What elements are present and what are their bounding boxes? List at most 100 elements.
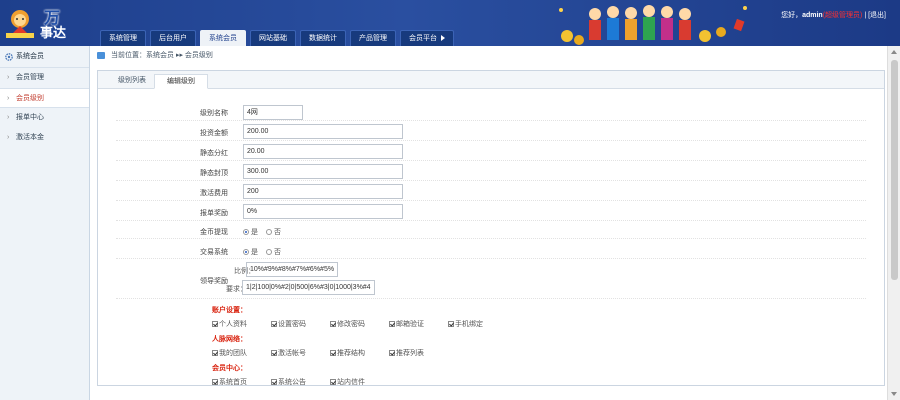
perm-label: 个人资料: [219, 321, 247, 328]
vertical-scrollbar[interactable]: [887, 46, 900, 400]
chevron-right-icon: ›: [7, 95, 10, 102]
mascot-icon: [6, 10, 34, 38]
scroll-down-icon[interactable]: [891, 392, 897, 396]
sidebar-item-label: 报单中心: [16, 114, 44, 121]
checkbox-checked[interactable]: [448, 321, 454, 328]
perm-checkbox[interactable]: 设置密码: [271, 319, 306, 329]
sidebar-item-label: 会员级别: [16, 95, 44, 102]
perm-checkbox[interactable]: 个人资料: [212, 319, 247, 329]
form-row-report-reward: 报单奖励 0%: [116, 203, 866, 221]
nav-tab-site[interactable]: 网站基础: [250, 30, 296, 46]
radio-checked[interactable]: [243, 249, 249, 256]
sidebar: 系统会员 › 会员管理 › 会员级别 › 报单中心 › 激活本金: [0, 46, 90, 400]
checkbox-checked[interactable]: [271, 321, 277, 328]
requirement-input[interactable]: 1|2|100|0%#2|0|500|6%#3|0|1000|3%#4: [242, 280, 375, 295]
invest-amount-input[interactable]: 200.00: [243, 124, 403, 139]
gold-no-option[interactable]: 否: [265, 229, 281, 236]
perm-label: 站内信件: [337, 379, 365, 386]
activation-fee-label: 激活费用: [200, 190, 228, 197]
radio-unchecked[interactable]: [265, 229, 272, 236]
form-row-activation-fee: 激活费用 200: [116, 183, 866, 201]
gold-withdraw-label: 金币提现: [200, 229, 228, 236]
nav-tab-stats[interactable]: 数据统计: [300, 30, 346, 46]
invest-amount-label: 投资金额: [200, 130, 228, 137]
nav-tab-system[interactable]: 系统管理: [100, 30, 146, 46]
perm-checkbox[interactable]: 推荐结构: [330, 348, 365, 358]
brand-logo: 万 事达: [4, 3, 90, 43]
tab-level-list[interactable]: 级别列表: [106, 74, 158, 89]
gear-icon: [5, 53, 13, 61]
perm-checkbox[interactable]: 手机绑定: [448, 319, 483, 329]
option-label: 是: [251, 229, 258, 236]
greeting-text: 您好，: [781, 12, 803, 19]
option-label: 否: [273, 229, 281, 236]
perm-checkbox[interactable]: 推荐列表: [389, 348, 424, 358]
chevron-right-icon: ›: [7, 114, 10, 121]
checkbox-checked[interactable]: [389, 350, 395, 357]
checkbox-checked[interactable]: [271, 379, 277, 385]
main-nav: 系统管理 后台用户 系统会员 网站基础 数据统计 产品管理 会员平台: [100, 30, 458, 46]
report-reward-label: 报单奖励: [200, 210, 228, 217]
form-row-gold-withdraw: 金币提现 是 否: [116, 223, 866, 239]
checkbox-checked[interactable]: [271, 350, 277, 357]
chevron-right-icon: ›: [7, 134, 10, 141]
perm-checkbox[interactable]: 系统公告: [271, 377, 306, 385]
trade-yes-option[interactable]: 是: [243, 249, 258, 256]
checkbox-checked[interactable]: [212, 350, 218, 357]
perm-checkbox[interactable]: 修改密码: [330, 319, 365, 329]
perm-label: 设置密码: [278, 321, 306, 328]
checkbox-checked[interactable]: [389, 321, 395, 328]
static-cap-input[interactable]: 300.00: [243, 164, 403, 179]
gold-yes-option[interactable]: 是: [243, 229, 258, 236]
trade-system-radios: 是 否: [243, 247, 287, 257]
leader-reward-label: 领导奖励: [200, 278, 228, 285]
checkbox-checked[interactable]: [330, 350, 336, 357]
sidebar-header: 系统会员: [0, 46, 89, 68]
activation-fee-input[interactable]: 200: [243, 184, 403, 199]
perm-label: 邮箱验证: [396, 321, 424, 328]
sidebar-item-label: 会员管理: [16, 74, 44, 81]
section-title-network: 人脉网络：: [212, 336, 247, 343]
checkbox-checked[interactable]: [330, 379, 336, 385]
sidebar-title: 系统会员: [16, 53, 44, 60]
logout-link[interactable]: [退出]: [868, 12, 886, 19]
celebration-illustration: [559, 5, 747, 45]
perm-label: 推荐列表: [396, 350, 424, 357]
perm-checkbox[interactable]: 站内信件: [330, 377, 365, 386]
sidebar-item-member-level[interactable]: › 会员级别: [0, 88, 89, 108]
form-row-static-dividend: 静态分红 20.00: [116, 143, 866, 161]
nav-tab-member-platform[interactable]: 会员平台: [400, 30, 454, 46]
nav-tab-members[interactable]: 系统会员: [200, 30, 246, 46]
checkbox-checked[interactable]: [212, 379, 218, 385]
section-title-account: 账户设置：: [212, 307, 247, 314]
static-cap-label: 静态封顶: [200, 170, 228, 177]
perm-checkbox[interactable]: 系统首页: [212, 377, 247, 386]
gold-withdraw-radios: 是 否: [243, 227, 287, 237]
sidebar-item-member-manage[interactable]: › 会员管理: [0, 68, 89, 88]
sidebar-item-report-center[interactable]: › 报单中心: [0, 108, 89, 128]
checkbox-checked[interactable]: [212, 321, 218, 328]
radio-checked[interactable]: [243, 229, 249, 236]
tab-edit-level[interactable]: 编辑级别: [154, 74, 208, 89]
perm-label: 我的团队: [219, 350, 247, 357]
form-row-leader-reward: 领导奖励 比例： 10%#9%#8%#7%#6%#5% 要求： 1|2|100|…: [116, 261, 866, 299]
brand-name: 事达: [40, 25, 67, 40]
scroll-thumb[interactable]: [891, 60, 898, 280]
nav-tab-admins[interactable]: 后台用户: [150, 30, 196, 46]
checkbox-checked[interactable]: [330, 321, 336, 328]
report-reward-input[interactable]: 0%: [243, 204, 403, 219]
perm-checkbox[interactable]: 我的团队: [212, 348, 247, 358]
nav-tab-products[interactable]: 产品管理: [350, 30, 396, 46]
ratio-input[interactable]: 10%#9%#8%#7%#6%#5%: [246, 262, 339, 277]
perm-checkbox[interactable]: 邮箱验证: [389, 319, 424, 329]
sidebar-item-activate-principal[interactable]: › 激活本金: [0, 128, 89, 148]
breadcrumb: 当前位置：系统会员 ▸▸ 会员级别: [97, 49, 213, 63]
radio-unchecked[interactable]: [265, 249, 272, 256]
trade-no-option[interactable]: 否: [265, 249, 281, 256]
scroll-up-icon[interactable]: [891, 50, 897, 54]
static-dividend-input[interactable]: 20.00: [243, 144, 403, 159]
level-name-input[interactable]: 4网: [243, 105, 303, 120]
perm-checkbox[interactable]: 激活帐号: [271, 348, 306, 358]
perm-label: 系统首页: [219, 379, 247, 386]
chevron-right-icon: ›: [7, 74, 10, 81]
